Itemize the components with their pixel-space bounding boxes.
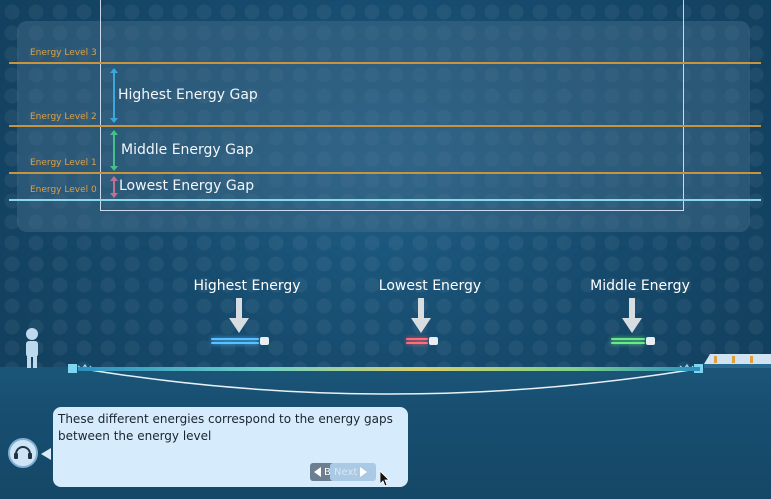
highest-gap-arrow-icon xyxy=(110,68,118,123)
lowest-energy-label: Lowest Energy xyxy=(378,278,482,294)
down-arrow-icon xyxy=(622,298,642,333)
photon-cap xyxy=(646,337,655,345)
headset-glyph xyxy=(14,446,32,459)
middle-gap-arrow-icon xyxy=(110,130,118,171)
energy-level-1-label: Energy Level 1 xyxy=(30,158,97,168)
lowest-energy-gap-label: Lowest Energy Gap xyxy=(119,178,255,194)
photon-streak xyxy=(211,342,259,344)
photon-streak xyxy=(406,338,428,340)
triangle-right-icon xyxy=(360,467,368,477)
lowest-gap-arrow-icon xyxy=(110,176,118,198)
energy-level-2-line xyxy=(9,125,761,127)
energy-level-3-label: Energy Level 3 xyxy=(30,48,97,58)
down-arrow-icon xyxy=(229,298,249,333)
light-bench-icon xyxy=(704,354,771,368)
middle-energy-photon[interactable] xyxy=(597,336,655,346)
narration-dialog: These different energies correspond to t… xyxy=(53,407,408,487)
energy-level-3-line xyxy=(9,62,761,64)
middle-energy-gap-label: Middle Energy Gap xyxy=(121,142,254,158)
triangle-left-icon xyxy=(314,467,321,477)
arrow-cursor-icon xyxy=(380,471,390,487)
highest-energy-gap-label: Highest Energy Gap xyxy=(118,87,258,103)
energy-level-0-label: Energy Level 0 xyxy=(30,185,97,195)
photon-streak xyxy=(611,338,645,340)
photon-streak xyxy=(611,342,645,344)
photon-cap xyxy=(429,337,438,345)
lowest-energy-photon[interactable] xyxy=(380,336,438,346)
energy-track xyxy=(78,367,700,371)
next-button[interactable]: Next xyxy=(330,463,376,481)
energy-level-1-line xyxy=(9,172,761,174)
photon-streak xyxy=(406,342,428,344)
photon-streak xyxy=(211,338,259,340)
headset-icon[interactable] xyxy=(8,438,38,468)
person-icon xyxy=(26,328,38,368)
highest-energy-photon[interactable] xyxy=(211,336,269,346)
photon-cap xyxy=(260,337,269,345)
highest-energy-label: Highest Energy xyxy=(193,278,301,294)
energy-level-0-line xyxy=(9,199,761,201)
energy-level-2-label: Energy Level 2 xyxy=(30,112,97,122)
dialog-text: These different energies correspond to t… xyxy=(58,412,393,443)
rope-curve xyxy=(68,363,703,395)
middle-energy-label: Middle Energy xyxy=(590,278,690,294)
dialog-pointer xyxy=(41,448,51,460)
down-arrow-icon xyxy=(411,298,431,333)
next-button-label: Next xyxy=(334,466,358,478)
